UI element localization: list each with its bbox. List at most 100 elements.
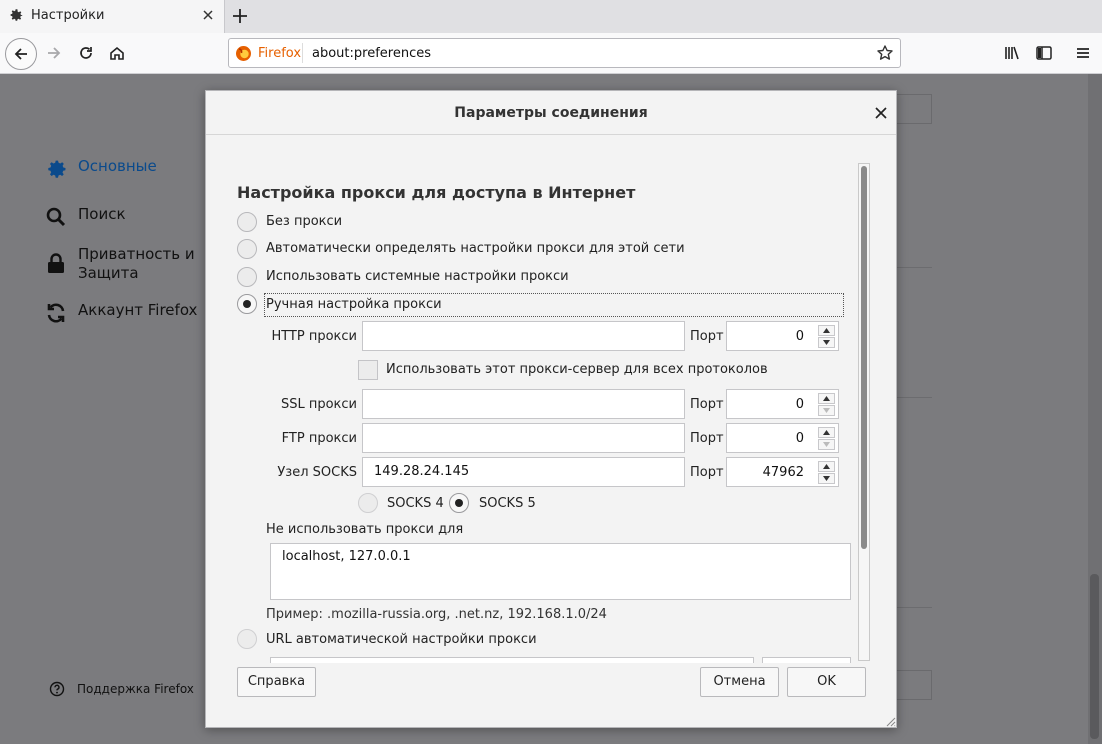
sidebar-item-firefox-account[interactable]: Аккаунт Firefox	[44, 301, 197, 325]
close-icon[interactable]	[872, 104, 890, 122]
sidebar-icon	[1036, 46, 1052, 60]
radio-label-no-proxy: Без прокси	[266, 214, 343, 229]
page-scrollbar[interactable]	[1088, 74, 1102, 744]
tab-title: Настройки	[31, 8, 105, 23]
radio-auto-detect[interactable]	[237, 239, 257, 259]
socks-host-input[interactable]: 149.28.24.145	[362, 457, 685, 487]
search-icon	[46, 207, 66, 227]
share-proxy-checkbox[interactable]	[358, 360, 378, 380]
help-circle-icon	[49, 681, 65, 697]
http-port-stepper[interactable]: 0	[726, 321, 839, 351]
ftp-port-value: 0	[795, 431, 804, 446]
spin-up-button[interactable]	[818, 325, 835, 336]
dialog-scrollbar[interactable]	[858, 163, 870, 661]
ftp-port-stepper[interactable]: 0	[726, 423, 839, 453]
url-text[interactable]: about:preferences	[312, 46, 431, 61]
spin-up-button[interactable]	[818, 461, 835, 472]
menu-button[interactable]	[1069, 39, 1097, 67]
ssl-proxy-input[interactable]	[362, 389, 685, 419]
radio-manual-proxy[interactable]	[237, 294, 257, 314]
home-icon	[110, 46, 124, 60]
sidebar-item-privacy[interactable]: Приватность и Защита	[44, 245, 198, 283]
cancel-button[interactable]: Отмена	[700, 667, 779, 697]
reload-config-button[interactable]	[762, 657, 851, 663]
forward-button[interactable]	[40, 39, 68, 67]
auto-config-url-input[interactable]	[270, 657, 754, 663]
close-icon[interactable]	[200, 7, 216, 23]
radio-no-proxy[interactable]	[237, 212, 257, 232]
http-proxy-label: HTTP прокси	[271, 329, 357, 344]
socks-port-stepper[interactable]: 47962	[726, 457, 839, 487]
spin-up-button[interactable]	[818, 393, 835, 404]
page-scrollbar-thumb[interactable]	[1090, 574, 1099, 739]
spin-down-button[interactable]	[818, 337, 835, 348]
firefox-logo-icon	[236, 46, 251, 61]
resize-grip-icon[interactable]	[884, 715, 896, 727]
new-tab-icon[interactable]	[230, 6, 250, 26]
share-proxy-label: Использовать этот прокси-сервер для всех…	[386, 362, 768, 377]
forward-arrow-icon	[48, 47, 61, 59]
section-title: Настройка прокси для доступа в Интернет	[237, 183, 636, 202]
identity-box[interactable]: Firefox	[235, 45, 301, 62]
ftp-proxy-label: FTP прокси	[281, 431, 357, 446]
radio-label-socks4: SOCKS 4	[387, 496, 444, 511]
sidebar-item-general[interactable]: Основные	[44, 157, 157, 181]
ssl-port-label: Порт	[690, 397, 724, 412]
no-proxy-for-textarea[interactable]: localhost, 127.0.0.1	[270, 543, 851, 600]
radio-label-auto-detect: Автоматически определять настройки прокс…	[266, 241, 685, 256]
bg-divider	[897, 397, 932, 398]
ssl-port-stepper[interactable]: 0	[726, 389, 839, 419]
tab-settings[interactable]: Настройки	[0, 0, 225, 33]
socks-port-value: 47962	[762, 465, 804, 480]
ssl-proxy-label: SSL прокси	[280, 397, 357, 412]
url-bar[interactable]: Firefox about:preferences	[228, 38, 901, 68]
sidebar-button[interactable]	[1030, 39, 1058, 67]
spin-down-button[interactable]	[818, 405, 835, 416]
tab-strip: Настройки	[0, 0, 1102, 33]
gear-icon	[48, 160, 66, 178]
chevron-up-icon	[823, 430, 830, 435]
http-port-label: Порт	[690, 329, 724, 344]
chevron-down-icon	[823, 408, 830, 413]
no-proxy-example: Пример: .mozilla-russia.org, .net.nz, 19…	[266, 607, 607, 622]
http-proxy-input[interactable]	[362, 321, 685, 351]
url-separator	[302, 43, 303, 63]
sidebar-item-label: Приватность и Защита	[78, 245, 195, 282]
bg-divider	[897, 267, 932, 268]
spin-down-button[interactable]	[818, 473, 835, 484]
gear-icon	[10, 9, 23, 21]
back-button[interactable]	[5, 38, 37, 70]
dialog-title: Параметры соединения	[206, 91, 896, 135]
radio-socks5[interactable]	[449, 493, 469, 513]
ok-button[interactable]: OK	[787, 667, 866, 697]
radio-label-manual-proxy: Ручная настройка прокси	[266, 297, 442, 312]
bookmark-star-icon[interactable]	[876, 44, 894, 62]
spin-up-button[interactable]	[818, 427, 835, 438]
radio-socks4[interactable]	[358, 493, 378, 513]
ftp-proxy-input[interactable]	[362, 423, 685, 453]
socks-host-label: Узел SOCKS	[277, 465, 357, 480]
chevron-down-icon	[823, 476, 830, 481]
dialog-scrollbar-thumb[interactable]	[861, 166, 867, 549]
sidebar-item-label: Аккаунт Firefox	[78, 301, 198, 319]
socks-port-label: Порт	[690, 465, 724, 480]
identity-label: Firefox	[258, 46, 302, 61]
help-button[interactable]: Справка	[237, 667, 316, 697]
chevron-down-icon	[823, 340, 830, 345]
chevron-down-icon	[823, 442, 830, 447]
home-button[interactable]	[103, 39, 131, 67]
radio-system-proxy[interactable]	[237, 267, 257, 287]
radio-label-system-proxy: Использовать системные настройки прокси	[266, 269, 569, 284]
sidebar-item-search[interactable]: Поиск	[44, 205, 126, 229]
reload-icon	[80, 47, 92, 59]
radio-label-socks5: SOCKS 5	[479, 496, 536, 511]
library-button[interactable]	[998, 39, 1026, 67]
reload-button[interactable]	[72, 39, 100, 67]
ssl-port-value: 0	[795, 397, 804, 412]
spin-down-button[interactable]	[818, 439, 835, 450]
support-label: Поддержка Firefox	[77, 682, 194, 696]
chevron-up-icon	[823, 328, 830, 333]
radio-auto-config-url[interactable]	[237, 629, 257, 649]
support-link[interactable]: Поддержка Firefox	[49, 681, 194, 697]
sidebar-item-label: Поиск	[78, 205, 126, 223]
